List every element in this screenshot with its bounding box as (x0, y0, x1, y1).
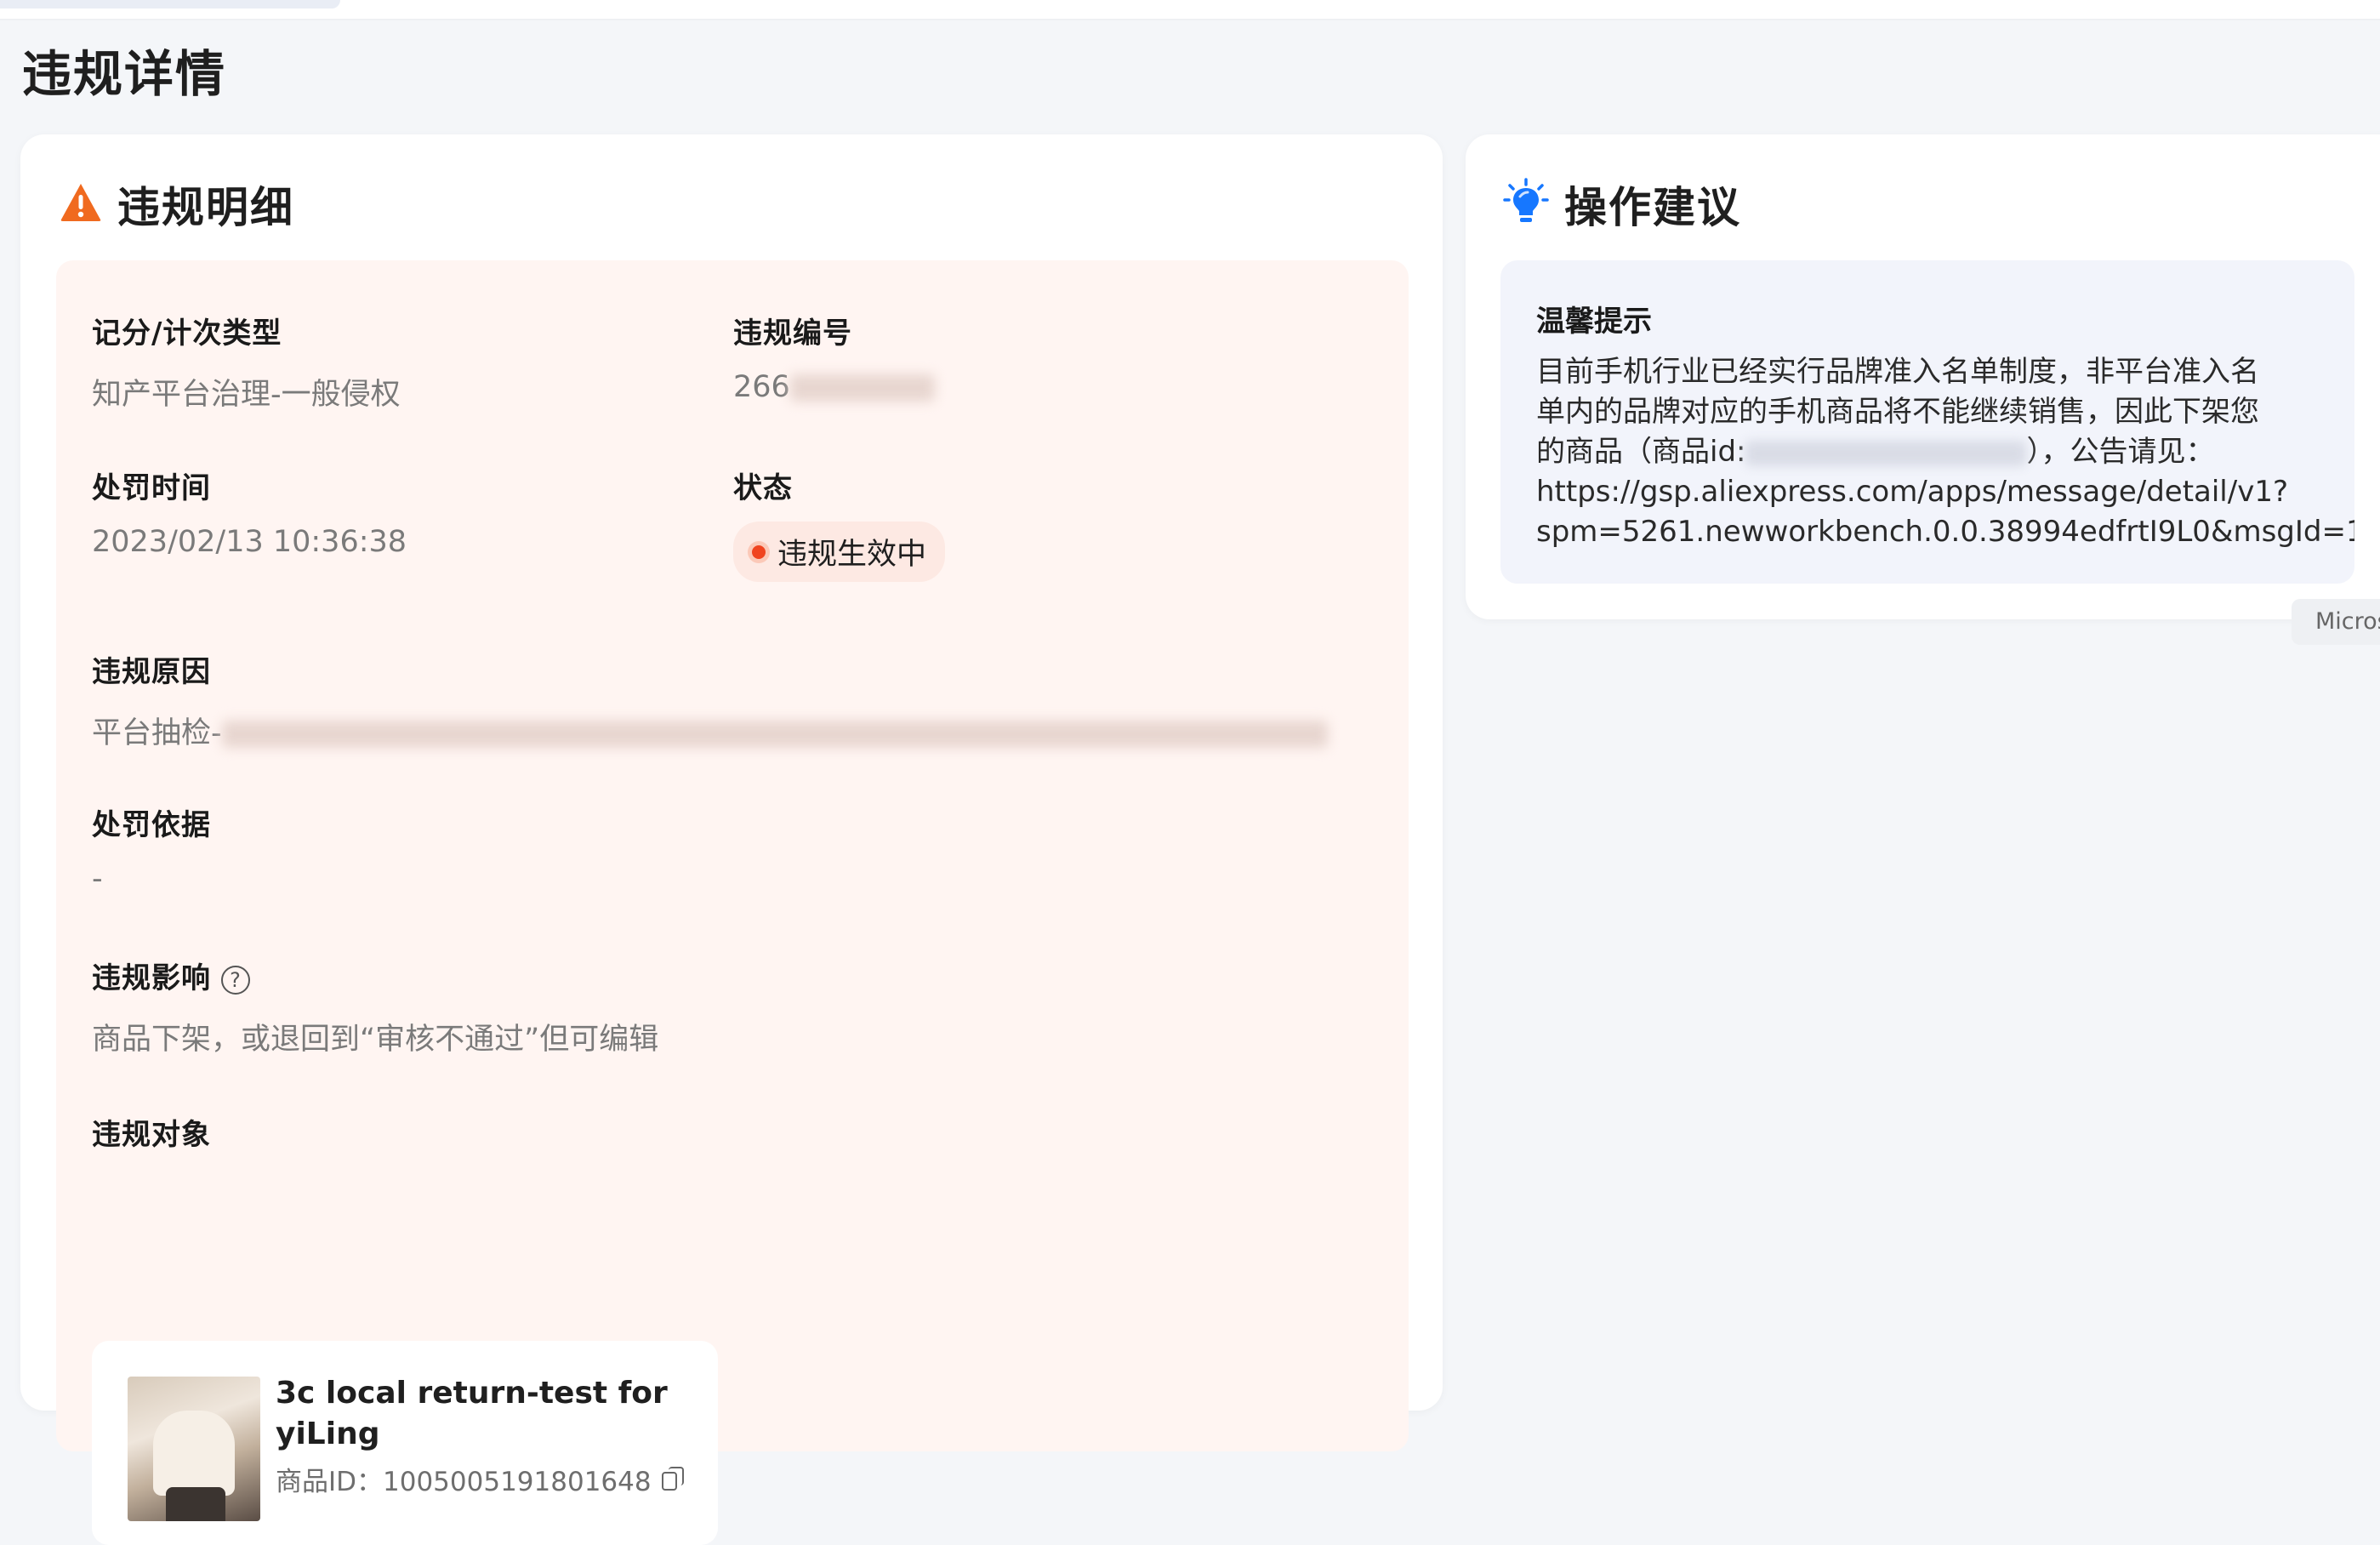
impact-value: 商品下架，或退回到“审核不通过”但可编辑 (92, 1023, 659, 1057)
field-penalty-time: 处罚时间 2023/02/13 10:36:38 (92, 465, 407, 559)
reason-value: 平台抽检- (92, 709, 1328, 752)
page-title: 违规详情 (22, 45, 227, 103)
impact-label-row: 违规影响? (92, 955, 658, 996)
tip-line-1: 目前手机行业已经实行品牌准入名单制度，非平台准入名 (1536, 355, 2259, 389)
violation-detail-title: 违规明细 (117, 183, 294, 232)
basis-label: 处罚依据 (92, 808, 211, 842)
product-thumbnail[interactable] (128, 1377, 260, 1521)
status-badge: 违规生效中 (733, 522, 946, 582)
field-target: 违规对象 (92, 1111, 211, 1153)
product-id-row: 商品ID：1005005191801648 (276, 1460, 686, 1498)
tip-title: 温馨提示 (1536, 305, 1652, 339)
status-dot-icon (752, 544, 766, 559)
impact-label: 违规影响 (92, 961, 211, 995)
reason-redacted (221, 721, 1328, 748)
suggestion-title: 操作建议 (1564, 183, 1741, 232)
target-label: 违规对象 (92, 1118, 211, 1152)
product-title[interactable]: 3c local return-test for yiLing (276, 1373, 684, 1455)
violation-detail-card: 违规明细 记分/计次类型 知产平台治理-一般侵权 违规编号 266 处罚时间 2… (20, 134, 1443, 1545)
penalty-time-label: 处罚时间 (92, 471, 211, 505)
violation-detail-panel: 记分/计次类型 知产平台治理-一般侵权 违规编号 266 处罚时间 2023/0… (56, 260, 1409, 1545)
tip-link-line-2[interactable]: spm=5261.newworkbench.0.0.38994edfrtI9L0… (1536, 512, 2354, 552)
product-card[interactable]: 3c local return-test for yiLing 商品ID：100… (92, 1341, 718, 1545)
reason-visible: 平台抽检- (92, 716, 222, 750)
violation-no-visible: 266 (733, 370, 790, 404)
tip-line-3: 的商品（商品id: ），公告请见： (1536, 435, 2215, 469)
score-type-label: 记分/计次类型 (92, 316, 282, 351)
violation-no-value: 266 (733, 370, 935, 404)
help-icon[interactable]: ? (221, 965, 250, 995)
suggestion-card: 操作建议 温馨提示 目前手机行业已经实行品牌准入名单制度，非平台准入名 单内的品… (1466, 134, 2380, 619)
tip-panel: 温馨提示 目前手机行业已经实行品牌准入名单制度，非平台准入名 单内的品牌对应的手… (1500, 260, 2354, 584)
status-label: 状态 (733, 471, 793, 505)
tip-line-2: 单内的品牌对应的手机商品将不能继续销售，因此下架您 (1536, 395, 2259, 429)
tip-text: 目前手机行业已经实行品牌准入名单制度，非平台准入名 单内的品牌对应的手机商品将不… (1536, 352, 2354, 552)
field-impact: 违规影响? 商品下架，或退回到“审核不通过”但可编辑 (92, 955, 658, 1058)
field-violation-no: 违规编号 266 (733, 310, 935, 404)
copy-icon[interactable] (661, 1466, 686, 1492)
top-tab-indicator[interactable] (0, 0, 340, 9)
field-status: 状态 违规生效中 (733, 465, 946, 582)
violation-no-label: 违规编号 (733, 316, 852, 351)
tip-link-line-1[interactable]: https://gsp.aliexpress.com/apps/message/… (1536, 472, 2354, 512)
lightbulb-icon (1503, 178, 1549, 231)
product-id-text: 商品ID：1005005191801648 (276, 1467, 652, 1497)
status-value: 违规生效中 (777, 538, 927, 572)
top-bar (0, 0, 2380, 20)
penalty-time-value: 2023/02/13 10:36:38 (92, 525, 407, 559)
field-score-type: 记分/计次类型 知产平台治理-一般侵权 (92, 310, 401, 413)
violation-no-redacted (789, 374, 935, 402)
reason-label: 违规原因 (92, 655, 211, 689)
suggestion-header: 操作建议 (1503, 174, 1741, 235)
tip-product-id-redacted (1745, 440, 2027, 466)
warning-icon (60, 182, 102, 226)
field-reason: 违规原因 平台抽检- (92, 648, 1328, 752)
field-basis: 处罚依据 - (92, 801, 211, 896)
violation-detail-header: 违规明细 (60, 174, 294, 235)
side-badge[interactable]: Micros (2292, 599, 2380, 645)
basis-value: - (92, 862, 103, 896)
score-type-value: 知产平台治理-一般侵权 (92, 378, 401, 412)
